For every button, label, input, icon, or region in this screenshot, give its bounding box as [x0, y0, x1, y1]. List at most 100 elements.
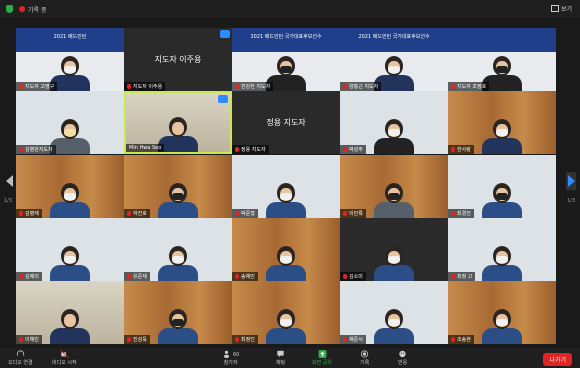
participant-video — [374, 119, 414, 154]
participant-tile[interactable]: 2021 배드민턴지도자 고영구 — [16, 28, 124, 91]
participant-name-bar: 최경진 — [448, 209, 474, 218]
participant-tile[interactable]: 최정인 — [232, 281, 340, 344]
next-page-button[interactable] — [566, 172, 576, 190]
record-button[interactable]: 기록 — [360, 350, 369, 366]
participant-name-bar: 지도자 조정호 — [448, 82, 490, 91]
mic-muted-icon — [451, 274, 455, 279]
share-screen-button[interactable]: 화면 공유 — [312, 350, 332, 366]
participant-name-bar: 송채민 — [232, 272, 258, 281]
participant-tile[interactable]: 지도자 이주용 지도자 이주용 — [124, 28, 232, 91]
participant-name: 송채민 — [241, 274, 255, 280]
more-options-icon[interactable] — [218, 95, 228, 103]
mic-muted-icon — [235, 274, 239, 279]
participant-tile[interactable]: 채준서 — [340, 281, 448, 344]
participant-tile[interactable]: 이혜빈 — [16, 281, 124, 344]
participant-name-bar: 김병완지도자 — [16, 145, 56, 154]
video-off-icon — [60, 350, 69, 358]
participant-name: 양흥근 지도자 — [349, 84, 379, 90]
participant-video — [50, 119, 90, 154]
participants-button[interactable]: 60 참가자 — [222, 350, 239, 366]
participant-name-bar: 김병재 — [16, 209, 42, 218]
mic-muted-icon — [127, 274, 131, 279]
leave-meeting-button[interactable]: 나가기 — [543, 353, 572, 366]
page-indicator-left: 1/3 — [4, 198, 13, 204]
meeting-toolbar: 오디오 연결 비디오 시작 60 참가자 채팅 화면 공유 기록 반응 나가기 — [0, 348, 580, 368]
participant-tile[interactable]: 김예리 — [16, 218, 124, 281]
participant-name-bar: 한강한 지도자 — [232, 82, 274, 91]
recording-icon — [19, 6, 25, 12]
more-options-icon[interactable] — [220, 30, 230, 38]
participant-tile[interactable]: 2021 배드민턴 국가대표후보선수 한강한 지도자 — [232, 28, 340, 91]
smiley-icon — [399, 350, 406, 358]
video-grid: 2021 배드민턴 지도자 고영구 지도자 이주용 지도자 이주용 2021 배드민턴 … — [16, 28, 556, 344]
mic-muted-icon — [127, 211, 131, 216]
participant-tile[interactable]: 2021 배드민턴 국가대표후보선수 양흥근 지도자 — [340, 28, 448, 91]
participant-video — [266, 246, 306, 281]
participant-center-name: 정용 지도자 — [266, 118, 306, 127]
participant-name: 지도자 조정호 — [457, 84, 487, 90]
participant-tile[interactable]: 진성욱 — [124, 281, 232, 344]
participant-name-bar: 양흥근 지도자 — [340, 82, 382, 91]
participant-tile[interactable]: 송채민 — [232, 218, 340, 281]
chat-button[interactable]: 채팅 — [276, 350, 285, 366]
participant-tile[interactable]: 김병재 — [16, 155, 124, 218]
participant-name-bar: 최정 고 — [448, 272, 476, 281]
participant-tile[interactable]: 한사랑 — [448, 91, 556, 154]
record-label: 기록 — [360, 360, 370, 366]
audio-button[interactable]: 오디오 연결 — [8, 350, 33, 366]
participant-name: 하진호 — [133, 211, 147, 217]
participant-tile[interactable]: 이민록 — [340, 155, 448, 218]
mic-muted-icon — [235, 147, 239, 152]
participant-tile[interactable]: 박준형 — [232, 155, 340, 218]
participant-name-bar: 김소미 — [340, 272, 366, 281]
video-button[interactable]: 비디오 시작 — [52, 350, 77, 366]
participant-video — [266, 183, 306, 218]
participant-tile[interactable]: 김병완지도자 — [16, 91, 124, 154]
participant-tile[interactable]: 정용 지도자 정용 지도자 — [232, 91, 340, 154]
participant-tile[interactable]: 하진호 — [124, 155, 232, 218]
participant-name-bar: 지도자 고영구 — [16, 82, 58, 91]
mic-muted-icon — [343, 274, 347, 279]
video-label: 비디오 시작 — [52, 360, 77, 366]
participant-name: Min Hwa Seo — [129, 145, 162, 151]
chat-icon — [277, 350, 284, 358]
participant-name: 김예리 — [25, 274, 39, 280]
banner-text: 2021 배드민턴 — [53, 34, 87, 40]
mic-muted-icon — [451, 84, 455, 89]
previous-page-button[interactable] — [4, 172, 14, 190]
participant-video — [482, 183, 522, 218]
participant-tile[interactable]: 박성주 — [340, 91, 448, 154]
view-label: 보기 — [560, 6, 572, 13]
participant-center-name: 지도자 이주용 — [154, 55, 202, 64]
mic-muted-icon — [235, 211, 239, 216]
participant-video — [266, 309, 306, 344]
participants-count: 60 — [233, 351, 240, 358]
participant-name: 유준재 — [133, 274, 147, 280]
top-bar: 기록 중 보기 — [0, 0, 580, 18]
participant-video — [50, 246, 90, 281]
participant-tile[interactable]: 최경진 — [448, 155, 556, 218]
share-screen-icon — [318, 350, 326, 358]
participant-tile[interactable]: 최정 고 — [448, 218, 556, 281]
participant-tile[interactable]: 유준재 — [124, 218, 232, 281]
participant-tile[interactable]: Min Hwa Seo — [124, 91, 232, 154]
view-button[interactable]: 보기 — [550, 4, 572, 13]
participant-name-bar: 채준서 — [340, 335, 366, 344]
participant-tile[interactable]: 김소미 — [340, 218, 448, 281]
participant-tile[interactable]: 조송현 — [448, 281, 556, 344]
participant-name-bar: 최정인 — [232, 335, 258, 344]
participant-video — [374, 183, 414, 218]
reactions-button[interactable]: 반응 — [398, 350, 407, 366]
headphones-icon — [16, 350, 24, 356]
participant-name: 조송현 — [457, 337, 471, 343]
participant-name: 한사랑 — [457, 147, 471, 153]
security-shield-icon[interactable] — [6, 5, 13, 13]
participant-name-bar: 한사랑 — [448, 145, 474, 154]
mic-muted-icon — [235, 84, 239, 89]
participant-name: 김병재 — [25, 211, 39, 217]
reactions-label: 반응 — [398, 360, 408, 366]
participant-video — [482, 119, 522, 154]
share-label: 화면 공유 — [312, 360, 332, 366]
participant-video — [50, 309, 90, 344]
participant-tile[interactable]: 지도자 조정호 — [448, 28, 556, 91]
